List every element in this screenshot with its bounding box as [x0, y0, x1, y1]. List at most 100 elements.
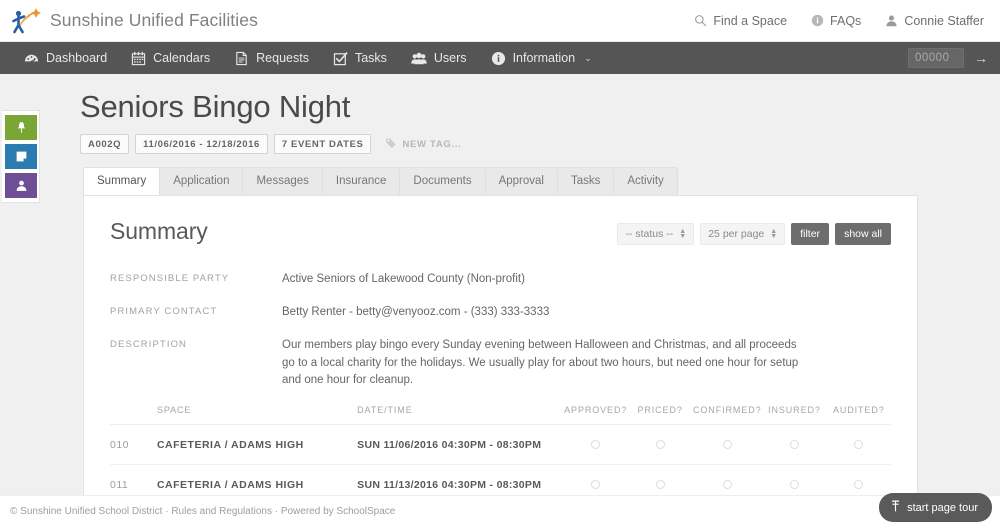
- cell-approved: [563, 424, 628, 466]
- confirmed-radio[interactable]: [722, 440, 732, 450]
- tab-tasks[interactable]: Tasks: [556, 167, 615, 196]
- start-page-tour-button[interactable]: start page tour: [879, 493, 992, 522]
- nav-label: Users: [433, 51, 467, 65]
- brand[interactable]: Sunshine Unified Facilities: [8, 5, 258, 37]
- nav-item-tasks[interactable]: Tasks: [321, 42, 399, 74]
- tab-documents[interactable]: Documents: [399, 167, 486, 196]
- contact-tool-button[interactable]: [5, 173, 37, 198]
- document-icon: [234, 51, 249, 66]
- tab-insurance[interactable]: Insurance: [321, 167, 401, 196]
- pin-tool-button[interactable]: [5, 115, 37, 140]
- search-submit-arrow-icon[interactable]: →: [974, 51, 988, 65]
- detail-row-description: DESCRIPTION Our members play bingo every…: [110, 337, 891, 390]
- shooting-star-figure-logo: [8, 5, 42, 37]
- cell-datetime: SUN 11/06/2016 04:30PM - 08:30PM: [357, 424, 564, 466]
- table-head: SPACE DATE/TIME APPROVED? PRICED? CONFIR…: [110, 405, 891, 426]
- pill-event-dates-count[interactable]: 7 EVENT DATES: [273, 134, 372, 155]
- topnav-label: FAQs: [830, 13, 862, 28]
- priced-radio[interactable]: [655, 480, 665, 490]
- show-all-button[interactable]: show all: [835, 223, 891, 246]
- event-dates-table: SPACE DATE/TIME APPROVED? PRICED? CONFIR…: [110, 405, 891, 507]
- new-tag-label: NEW TAG...: [402, 138, 462, 150]
- nav-label: Tasks: [354, 51, 387, 65]
- detail-list: RESPONSIBLE PARTY Active Seniors of Lake…: [110, 271, 891, 390]
- tour-label: start page tour: [907, 501, 978, 514]
- cell-audited: [826, 424, 891, 466]
- cell-id: 010: [110, 424, 157, 466]
- tab-messages[interactable]: Messages: [242, 167, 323, 196]
- detail-value: Our members play bingo every Sunday even…: [282, 338, 799, 387]
- person-icon: [15, 179, 28, 192]
- nav-item-dashboard[interactable]: Dashboard: [12, 42, 119, 74]
- audited-radio[interactable]: [854, 440, 864, 450]
- topnav-label: Find a Space: [713, 13, 788, 28]
- note-tool-button[interactable]: [5, 144, 37, 169]
- priced-radio[interactable]: [655, 440, 665, 450]
- tab-activity[interactable]: Activity: [613, 167, 678, 196]
- cell-priced: [627, 424, 693, 466]
- page-footer: © Sunshine Unified School District · Rul…: [0, 495, 1000, 526]
- tab-application[interactable]: Application: [159, 167, 244, 196]
- col-priced: PRICED?: [627, 405, 693, 426]
- audited-radio[interactable]: [854, 480, 864, 490]
- col-insured: INSURED?: [762, 405, 827, 426]
- page-title: Seniors Bingo Night: [80, 89, 351, 124]
- pill-date-range[interactable]: 11/06/2016 - 12/18/2016: [135, 134, 268, 155]
- status-filter-select[interactable]: -- status -- ▲ ▼: [617, 223, 695, 246]
- topnav-label: Connie Staffer: [904, 13, 984, 28]
- tab-approval[interactable]: Approval: [484, 167, 558, 196]
- dashboard-gauge-icon: [24, 51, 39, 66]
- nav-item-requests[interactable]: Requests: [222, 42, 321, 74]
- top-bar: Sunshine Unified Facilities Find a Space…: [0, 0, 1000, 42]
- filter-button[interactable]: filter: [791, 223, 830, 246]
- cell-space: CAFETERIA / ADAMS HIGH: [156, 424, 358, 466]
- detail-row-responsible-party: RESPONSIBLE PARTY Active Seniors of Lake…: [110, 271, 891, 289]
- detail-value: Active Seniors of Lakewood County (Non-p…: [282, 273, 525, 286]
- confirmed-radio[interactable]: [722, 480, 732, 490]
- new-tag-button[interactable]: NEW TAG...: [385, 137, 461, 152]
- nav-label: Dashboard: [46, 51, 108, 65]
- summary-controls: -- status -- ▲ ▼ 25 per page ▲ ▼ filter sh…: [617, 218, 891, 246]
- pin-icon: [15, 121, 28, 134]
- nav-label: Calendars: [153, 51, 211, 65]
- users-group-icon: [411, 51, 427, 66]
- chevron-updown-icon: ▲ ▼: [679, 228, 687, 241]
- page-body: Seniors Bingo Night A002Q 11/06/2016 - 1…: [0, 74, 1000, 526]
- header-meta-row: A002Q 11/06/2016 - 12/18/2016 7 EVENT DA…: [80, 134, 1000, 155]
- insured-radio[interactable]: [789, 480, 799, 490]
- search-icon: [694, 14, 707, 27]
- topnav-item-user-menu[interactable]: Connie Staffer: [885, 14, 984, 28]
- info-circle-icon: [491, 51, 506, 66]
- col-audited: AUDITED?: [826, 405, 891, 426]
- nav-item-information[interactable]: Information ⌄: [479, 42, 604, 74]
- approved-radio[interactable]: [591, 480, 601, 490]
- approved-radio[interactable]: [591, 440, 601, 450]
- summary-card: Summary -- status -- ▲ ▼ 25 per page ▲ ▼ f…: [83, 195, 918, 508]
- content-column: Seniors Bingo Night A002Q 11/06/2016 - 1…: [0, 74, 1000, 508]
- search-input[interactable]: [908, 48, 964, 68]
- calendar-icon: [131, 51, 146, 66]
- user-icon: [885, 14, 898, 27]
- table-row[interactable]: 010 CAFETERIA / ADAMS HIGH SUN 11/06/201…: [110, 424, 891, 466]
- status-filter-value: -- status --: [625, 228, 674, 241]
- detail-row-primary-contact: PRIMARY CONTACT Betty Renter - betty@ven…: [110, 304, 891, 322]
- footer-text: © Sunshine Unified School District · Rul…: [10, 505, 396, 517]
- insured-radio[interactable]: [789, 440, 799, 450]
- summary-title: Summary: [110, 218, 208, 245]
- info-circle-icon: [811, 14, 824, 27]
- tab-summary[interactable]: Summary: [83, 167, 161, 196]
- nav-item-users[interactable]: Users: [399, 42, 479, 74]
- detail-value: Betty Renter - betty@venyooz.com - (333)…: [282, 305, 550, 318]
- per-page-select[interactable]: 25 per page ▲ ▼: [700, 223, 786, 246]
- col-approved: APPROVED?: [563, 405, 628, 426]
- tab-bar: Summary Application Messages Insurance D…: [80, 167, 1000, 196]
- nav-item-calendars[interactable]: Calendars: [119, 42, 222, 74]
- note-icon: [15, 150, 28, 163]
- topnav-item-find-a-space[interactable]: Find a Space: [694, 14, 787, 28]
- pill-event-code[interactable]: A002Q: [80, 134, 130, 155]
- detail-label: DESCRIPTION: [110, 338, 188, 350]
- cell-insured: [762, 424, 827, 466]
- per-page-value: 25 per page: [708, 228, 765, 241]
- summary-card-header: Summary -- status -- ▲ ▼ 25 per page ▲ ▼ f…: [110, 218, 891, 246]
- topnav-item-faqs[interactable]: FAQs: [811, 14, 861, 28]
